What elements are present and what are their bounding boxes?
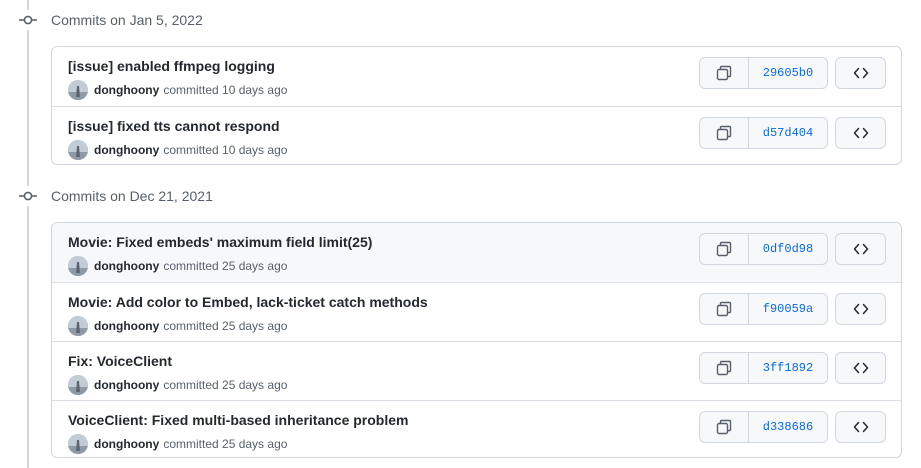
code-icon <box>853 127 868 139</box>
commit-sha-link[interactable]: d338686 <box>749 412 827 442</box>
avatar[interactable] <box>68 80 88 100</box>
copy-sha-button[interactable] <box>700 58 749 88</box>
commit-meta: donghoony committed 10 days ago <box>68 80 287 100</box>
copy-icon <box>716 241 732 257</box>
code-icon <box>853 362 868 374</box>
commit-list: [issue] enabled ffmpeg logging donghoony… <box>51 46 902 165</box>
commit-sha-group: 29605b0 <box>699 57 828 89</box>
copy-sha-button[interactable] <box>700 234 749 264</box>
commit-meta: donghoony committed 25 days ago <box>68 256 287 276</box>
commit-time: 10 days ago <box>222 83 288 97</box>
browse-code-button[interactable] <box>835 57 886 89</box>
browse-code-button[interactable] <box>835 293 886 325</box>
commit-meta: donghoony committed 25 days ago <box>68 375 287 395</box>
avatar[interactable] <box>68 434 88 454</box>
commit-time: 25 days ago <box>222 437 288 451</box>
avatar[interactable] <box>68 140 88 160</box>
author-link[interactable]: donghoony <box>94 319 159 333</box>
copy-sha-button[interactable] <box>700 412 749 442</box>
copy-sha-button[interactable] <box>700 118 749 148</box>
commit-message-link[interactable]: [issue] enabled ffmpeg logging <box>68 58 275 74</box>
browse-code-button[interactable] <box>835 411 886 443</box>
commit-sha-link[interactable]: d57d404 <box>749 118 827 148</box>
commit-action: committed <box>163 259 219 273</box>
commit-time: 25 days ago <box>222 319 288 333</box>
commit-action: committed <box>163 143 219 157</box>
commit-meta: donghoony committed 25 days ago <box>68 316 287 336</box>
commit-group-title: Commits on Dec 21, 2021 <box>51 188 213 204</box>
commit-message-link[interactable]: VoiceClient: Fixed multi-based inheritan… <box>68 412 408 428</box>
copy-icon <box>716 360 732 376</box>
copy-icon <box>716 419 732 435</box>
commit-row: Movie: Add color to Embed, lack-ticket c… <box>52 282 901 341</box>
commit-group-header: Commits on Dec 21, 2021 <box>18 186 213 206</box>
commit-row: Fix: VoiceClient donghoony committed 25 … <box>52 341 901 400</box>
copy-icon <box>716 125 732 141</box>
commit-sha-group: d57d404 <box>699 117 828 149</box>
commit-sha-link[interactable]: 0df0d98 <box>749 234 827 264</box>
commit-row: [issue] enabled ffmpeg logging donghoony… <box>52 47 901 106</box>
commit-meta: donghoony committed 10 days ago <box>68 140 287 160</box>
commit-sha-group: f90059a <box>699 293 828 325</box>
timeline-line <box>27 0 29 468</box>
commit-group-title: Commits on Jan 5, 2022 <box>51 12 203 28</box>
commit-action: committed <box>163 319 219 333</box>
commit-message-link[interactable]: Fix: VoiceClient <box>68 353 172 369</box>
avatar[interactable] <box>68 375 88 395</box>
avatar[interactable] <box>68 256 88 276</box>
commit-sha-link[interactable]: 3ff1892 <box>749 353 827 383</box>
code-icon <box>853 303 868 315</box>
commit-sha-link[interactable]: 29605b0 <box>749 58 827 88</box>
commit-row: VoiceClient: Fixed multi-based inheritan… <box>52 400 901 457</box>
commit-group-header: Commits on Jan 5, 2022 <box>18 10 203 30</box>
copy-sha-button[interactable] <box>700 294 749 324</box>
copy-icon <box>716 65 732 81</box>
author-link[interactable]: donghoony <box>94 378 159 392</box>
commit-message-link[interactable]: Movie: Add color to Embed, lack-ticket c… <box>68 294 428 310</box>
browse-code-button[interactable] <box>835 233 886 265</box>
commit-sha-link[interactable]: f90059a <box>749 294 827 324</box>
commit-time: 25 days ago <box>222 378 288 392</box>
code-icon <box>853 243 868 255</box>
browse-code-button[interactable] <box>835 352 886 384</box>
commit-time: 10 days ago <box>222 143 288 157</box>
author-link[interactable]: donghoony <box>94 83 159 97</box>
commit-action: committed <box>163 378 219 392</box>
author-link[interactable]: donghoony <box>94 437 159 451</box>
commit-action: committed <box>163 83 219 97</box>
avatar[interactable] <box>68 316 88 336</box>
commit-row: Movie: Fixed embeds' maximum field limit… <box>52 223 901 282</box>
commit-sha-group: d338686 <box>699 411 828 443</box>
copy-icon <box>716 301 732 317</box>
commit-meta: donghoony committed 25 days ago <box>68 434 287 454</box>
commit-message-link[interactable]: [issue] fixed tts cannot respond <box>68 118 280 134</box>
code-icon <box>853 421 868 433</box>
git-commit-icon <box>18 186 38 206</box>
commit-time: 25 days ago <box>222 259 288 273</box>
copy-sha-button[interactable] <box>700 353 749 383</box>
git-commit-icon <box>18 10 38 30</box>
commit-sha-group: 3ff1892 <box>699 352 828 384</box>
commit-action: committed <box>163 437 219 451</box>
author-link[interactable]: donghoony <box>94 259 159 273</box>
code-icon <box>853 67 868 79</box>
commit-sha-group: 0df0d98 <box>699 233 828 265</box>
browse-code-button[interactable] <box>835 117 886 149</box>
commit-row: [issue] fixed tts cannot respond donghoo… <box>52 106 901 164</box>
author-link[interactable]: donghoony <box>94 143 159 157</box>
commit-list: Movie: Fixed embeds' maximum field limit… <box>51 222 902 458</box>
commit-message-link[interactable]: Movie: Fixed embeds' maximum field limit… <box>68 234 372 250</box>
